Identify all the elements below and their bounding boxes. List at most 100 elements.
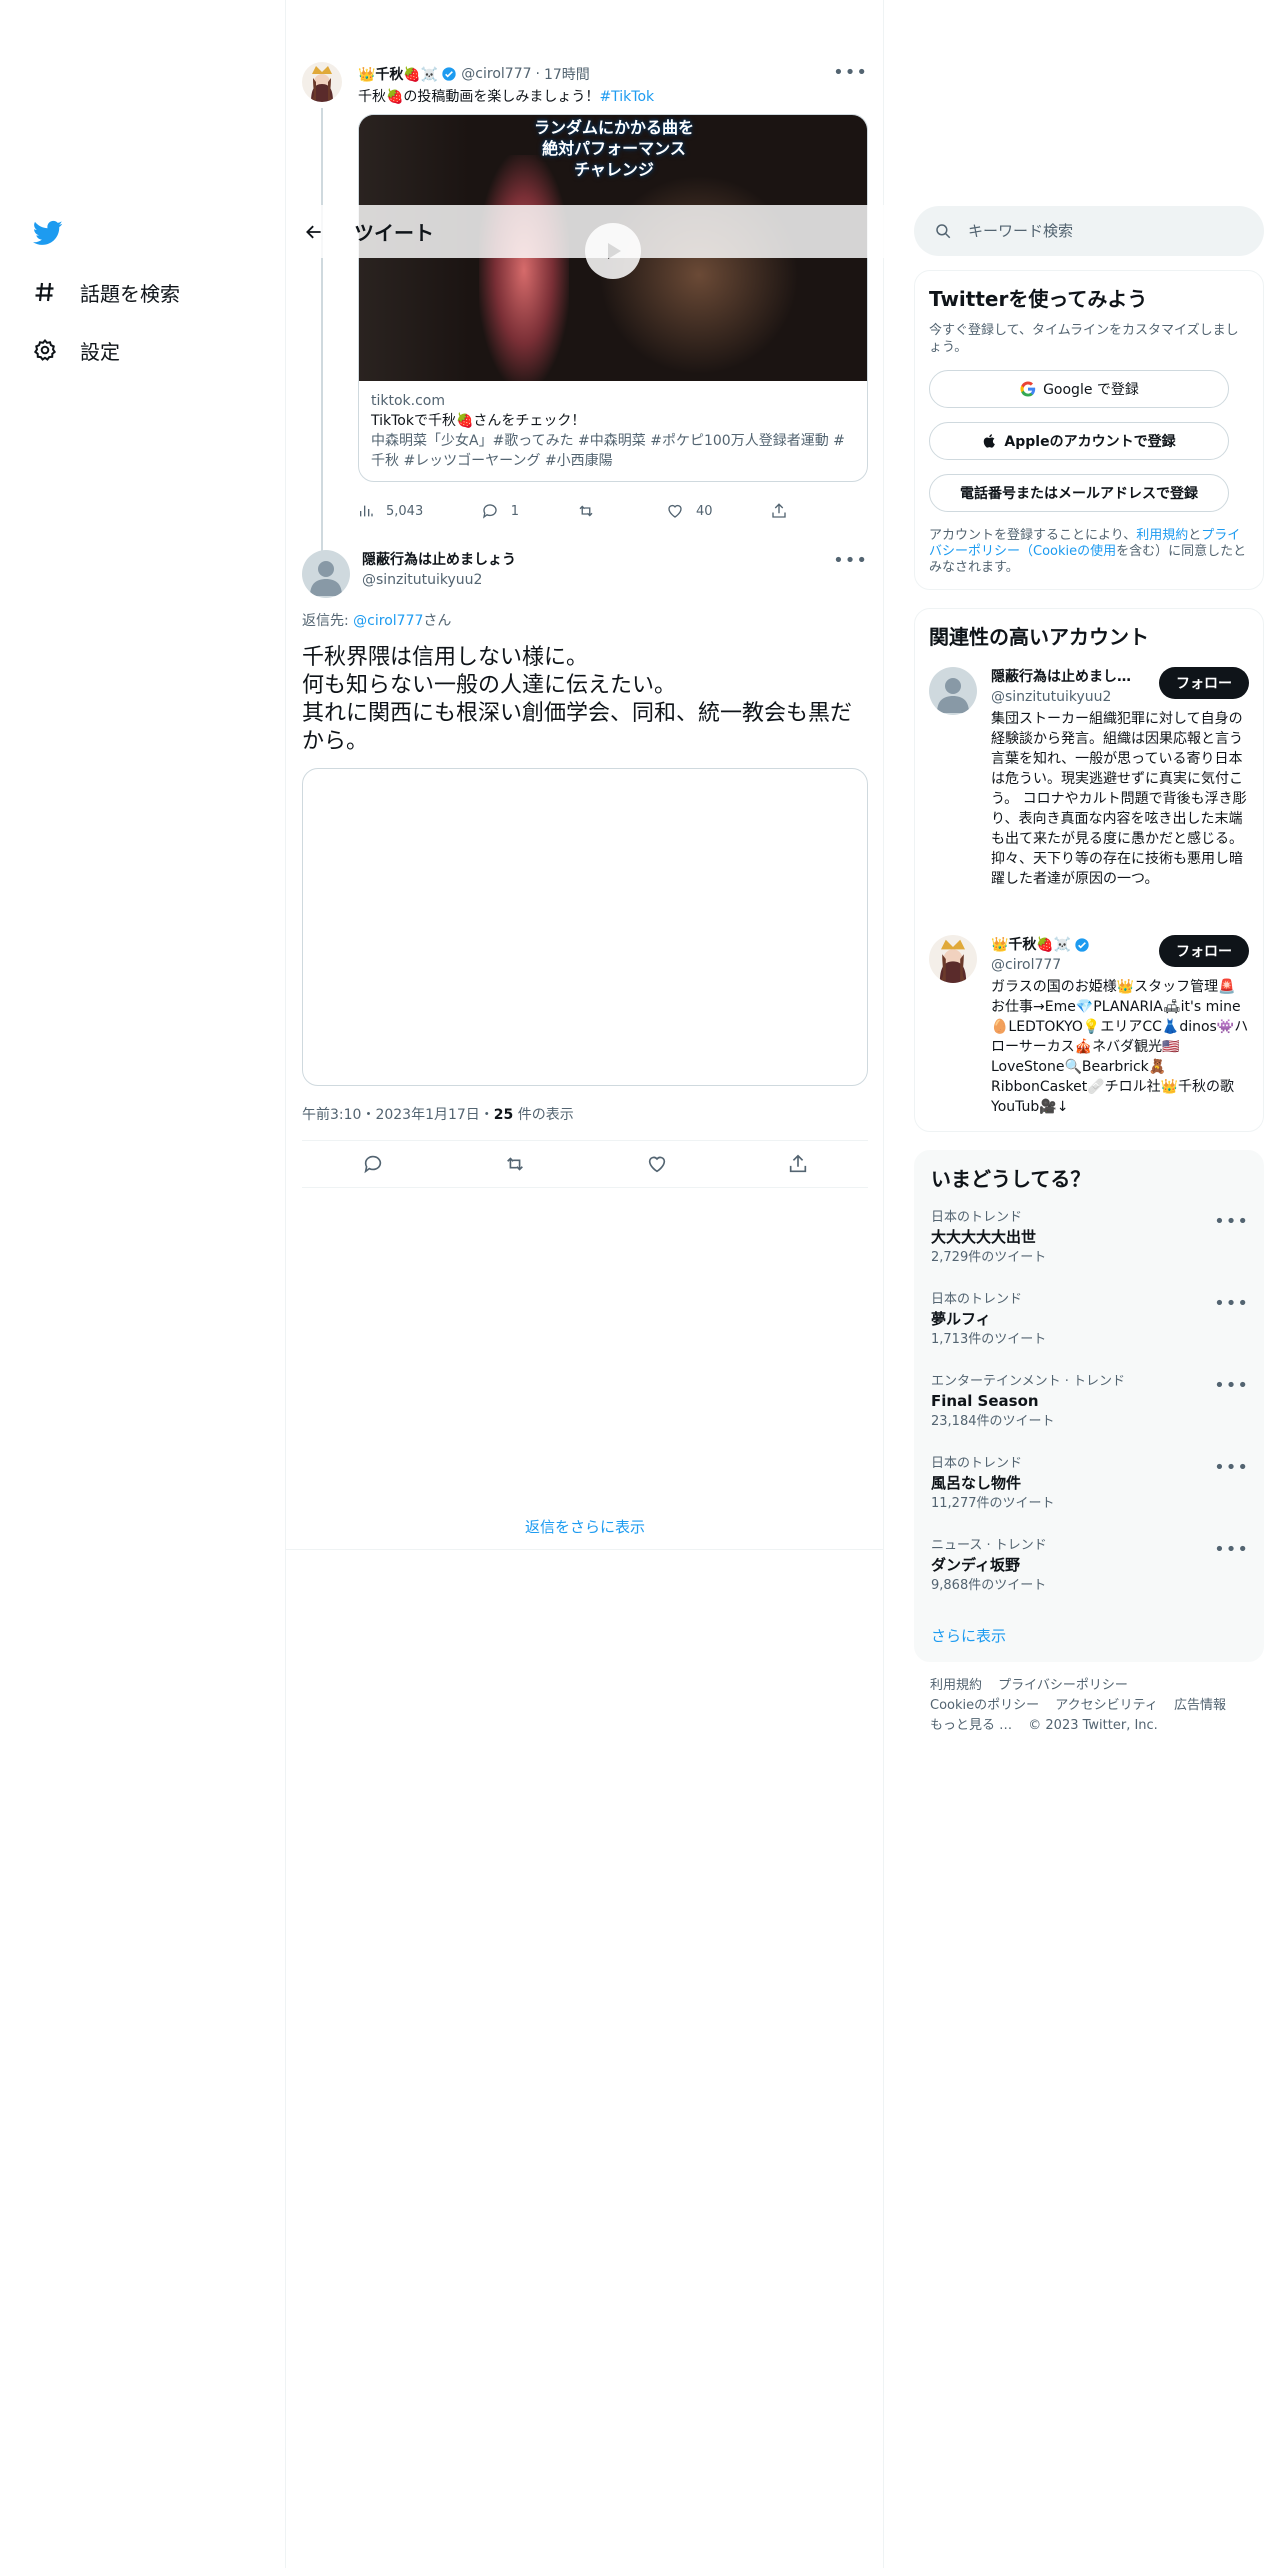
account-card[interactable]: 隠蔽行為は止めまし… @sinzitutuikyuu2 集団ストーカー組織犯罪に… <box>929 667 1249 917</box>
footer-copyright: © 2023 Twitter, Inc. <box>1028 1718 1158 1733</box>
footer-link-ads[interactable]: 広告情報 <box>1174 1698 1226 1713</box>
reply-button[interactable] <box>362 1153 384 1175</box>
embedded-media[interactable] <box>302 768 868 1086</box>
trend-category: 日本のトレンド <box>931 1456 1023 1471</box>
like-button[interactable]: 40 <box>666 502 713 520</box>
display-name[interactable]: 隠蔽行為は止めましょう <box>362 550 516 570</box>
show-more-trends-link[interactable]: さらに表示 <box>931 1625 1006 1646</box>
related-accounts-panel: 関連性の高いアカウント 隠蔽行為は止めまし… @sinzitutuikyuu2 … <box>914 608 1264 1132</box>
apple-signup-label: Appleのアカウントで登録 <box>1004 434 1176 450</box>
tweet-time[interactable]: 17時間 <box>544 64 590 84</box>
more-options-icon[interactable]: ••• <box>1214 1375 1249 1396</box>
account-name[interactable]: 👑千秋🍓☠️ <box>991 935 1071 955</box>
reply-icon <box>482 504 497 519</box>
retweet-button[interactable] <box>576 502 608 520</box>
hashtag-link[interactable]: #TikTok <box>599 89 654 105</box>
footer: 利用規約 プライバシーポリシー Cookieのポリシー アクセシビリティ 広告情… <box>930 1676 1250 1736</box>
footer-link-cookies[interactable]: Cookieのポリシー <box>930 1698 1039 1713</box>
avatar[interactable] <box>929 935 977 983</box>
twitter-logo-icon[interactable] <box>32 218 64 248</box>
like-button[interactable] <box>646 1153 668 1175</box>
more-options-icon[interactable]: ••• <box>1214 1211 1249 1232</box>
views-count: 25 <box>493 1107 514 1123</box>
handle[interactable]: @sinzitutuikyuu2 <box>362 570 516 590</box>
trend-item[interactable]: 日本のトレンド 風呂なし物件 11,277件のツイート ••• <box>931 1455 1249 1513</box>
gear-icon <box>32 337 58 363</box>
trend-item[interactable]: 日本のトレンド 夢ルフィ 1,713件のツイート ••• <box>931 1291 1249 1349</box>
trend-category: ニュース · トレンド <box>931 1538 1047 1553</box>
trend-count: 23,184件のツイート <box>931 1414 1055 1429</box>
phone-email-signup-button[interactable]: 電話番号またはメールアドレスで登録 <box>929 474 1229 512</box>
tweet-text-line: 千秋界隈は信用しない様に。 <box>302 645 589 670</box>
page-title: ツイート <box>354 221 434 245</box>
separator-dot: · <box>535 66 540 82</box>
trend-item[interactable]: 日本のトレンド 大大大大大出世 2,729件のツイート ••• <box>931 1209 1249 1267</box>
trend-category: 日本のトレンド <box>931 1292 1023 1307</box>
nav-item-explore[interactable]: 話題を検索 <box>32 272 180 312</box>
reply-button[interactable]: 1 <box>481 502 519 520</box>
show-more-replies-button[interactable]: 返信をさらに表示 <box>286 1516 884 1550</box>
retweet-icon <box>579 505 593 517</box>
reply-icon <box>363 1155 381 1174</box>
account-name[interactable]: 隠蔽行為は止めまし… <box>991 667 1151 687</box>
tweet-text-body: 千秋🍓の投稿動画を楽しみましょう！ <box>358 89 600 105</box>
trend-category: エンターテインメント · トレンド <box>931 1374 1126 1389</box>
apple-signup-button[interactable]: Appleのアカウントで登録 <box>929 422 1229 460</box>
footer-link-more[interactable]: もっと見る … <box>930 1718 1012 1733</box>
trend-item[interactable]: エンターテインメント · トレンド Final Season 23,184件のツ… <box>931 1373 1249 1431</box>
more-options-icon[interactable]: ••• <box>833 62 868 83</box>
back-button[interactable] <box>296 214 332 250</box>
nav-item-settings[interactable]: 設定 <box>32 330 120 370</box>
nav-item-label: 設定 <box>80 339 120 364</box>
avatar[interactable] <box>929 667 977 715</box>
trend-category: 日本のトレンド <box>931 1210 1023 1225</box>
google-signup-label: Google で登録 <box>1043 382 1139 398</box>
link-card[interactable]: ランダムにかかる曲を 絶対パフォーマンス チャレンジ tiktok.com Ti… <box>358 114 868 482</box>
retweet-button[interactable] <box>503 1153 527 1175</box>
analytics-icon <box>360 505 373 517</box>
more-options-icon[interactable]: ••• <box>1214 1293 1249 1314</box>
tweet-actions: 5,043 1 40 <box>358 502 788 520</box>
trend-count: 11,277件のツイート <box>931 1496 1055 1511</box>
reply-count: 1 <box>510 503 519 519</box>
follow-button[interactable]: フォロー <box>1159 935 1249 967</box>
trend-item[interactable]: ニュース · トレンド ダンディ坂野 9,868件のツイート ••• <box>931 1537 1249 1595</box>
views-count: 5,043 <box>386 503 424 519</box>
account-bio: 集団ストーカー組織犯罪に対して自身の経験談から発言。組織は因果応報と言う言葉を知… <box>991 711 1247 887</box>
main-column: 👑千秋🍓☠️ @cirol777 · 17時間 ••• 千秋🍓の投稿動画を楽しみ… <box>286 0 884 2568</box>
follow-button[interactable]: フォロー <box>1159 667 1249 699</box>
search-bar[interactable] <box>914 206 1264 256</box>
trend-title: 夢ルフィ <box>931 1310 991 1328</box>
display-name[interactable]: 👑千秋🍓☠️ <box>358 64 438 84</box>
footer-link-accessibility[interactable]: アクセシビリティ <box>1055 1698 1158 1713</box>
apple-icon <box>982 432 998 450</box>
footer-link-terms[interactable]: 利用規約 <box>930 1678 982 1693</box>
signup-subtitle: 今すぐ登録して、タイムラインをカスタマイズしましょう。 <box>929 323 1239 355</box>
more-options-icon[interactable]: ••• <box>1214 1539 1249 1560</box>
terms-link[interactable]: 利用規約 <box>1136 528 1188 543</box>
avatar[interactable] <box>302 550 350 598</box>
google-signup-button[interactable]: Google で登録 <box>929 370 1229 408</box>
views-button[interactable]: 5,043 <box>358 503 423 519</box>
search-input[interactable] <box>968 222 1248 240</box>
share-button[interactable] <box>787 1153 809 1175</box>
more-options-icon[interactable]: ••• <box>833 550 868 571</box>
related-title: 関連性の高いアカウント <box>929 625 1149 649</box>
left-navigation: 話題を検索 設定 <box>0 0 286 2568</box>
phone-email-signup-label: 電話番号またはメールアドレスで登録 <box>960 486 1198 502</box>
verified-badge-icon <box>1074 937 1090 953</box>
share-button[interactable] <box>770 502 788 520</box>
more-options-icon[interactable]: ••• <box>1214 1457 1249 1478</box>
card-domain: tiktok.com <box>371 393 445 409</box>
account-card[interactable]: 👑千秋🍓☠️ @cirol777 ガラスの国のお姫様👑スタッフ管理🚨お仕事→Em… <box>929 935 1249 1125</box>
video-caption-line: 絶対パフォーマンス <box>542 139 686 158</box>
avatar[interactable] <box>302 62 342 102</box>
tweet-header: ツイート <box>286 205 884 258</box>
timestamp-text[interactable]: 午前3:10・2023年1月17日・ <box>302 1107 494 1123</box>
handle[interactable]: @cirol777 <box>461 66 531 82</box>
signup-legal-text: アカウントを登録することにより、利用規約とプライバシーポリシー（Cookieの使… <box>929 528 1249 576</box>
tweet-actions <box>302 1140 868 1188</box>
footer-link-privacy[interactable]: プライバシーポリシー <box>998 1678 1128 1693</box>
reply-to-handle[interactable]: @cirol777 <box>353 613 423 629</box>
trend-title: Final Season <box>931 1392 1039 1410</box>
